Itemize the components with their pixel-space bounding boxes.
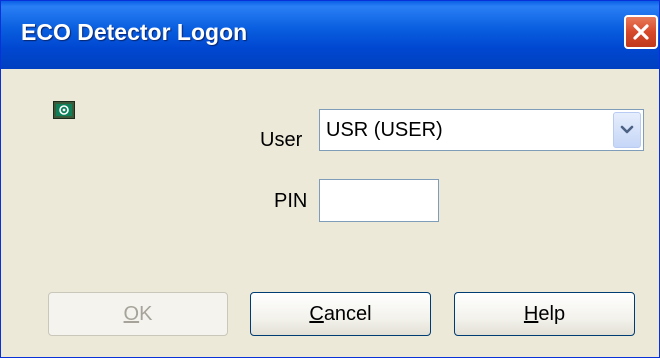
dialog-body: User USR (USER) PIN OK Cancel Help (1, 69, 659, 357)
ok-button-accel: O (123, 302, 140, 325)
user-select-dropdown-button[interactable] (613, 112, 641, 148)
close-icon (633, 24, 649, 40)
user-label: User (260, 129, 303, 151)
close-button[interactable] (624, 15, 658, 49)
logon-dialog: ECO Detector Logon User USR (USER) PIN O… (0, 0, 660, 358)
pin-input[interactable] (319, 179, 439, 222)
window-title: ECO Detector Logon (21, 19, 248, 45)
help-button-accel: H (523, 302, 539, 325)
cancel-button-accel: C (309, 302, 324, 325)
ok-button-label: K (139, 302, 153, 325)
user-select[interactable]: USR (USER) (319, 109, 644, 151)
cancel-button-label: ancel (323, 302, 372, 325)
cancel-button[interactable]: Cancel (250, 292, 431, 336)
ok-button[interactable]: OK (48, 292, 228, 336)
app-icon (53, 101, 75, 119)
help-button[interactable]: Help (454, 292, 635, 336)
pin-label: PIN (274, 190, 308, 212)
help-button-label: elp (538, 302, 566, 325)
user-select-value: USR (USER) (326, 119, 443, 141)
chevron-down-icon (620, 125, 634, 134)
title-bar[interactable]: ECO Detector Logon (1, 1, 659, 69)
